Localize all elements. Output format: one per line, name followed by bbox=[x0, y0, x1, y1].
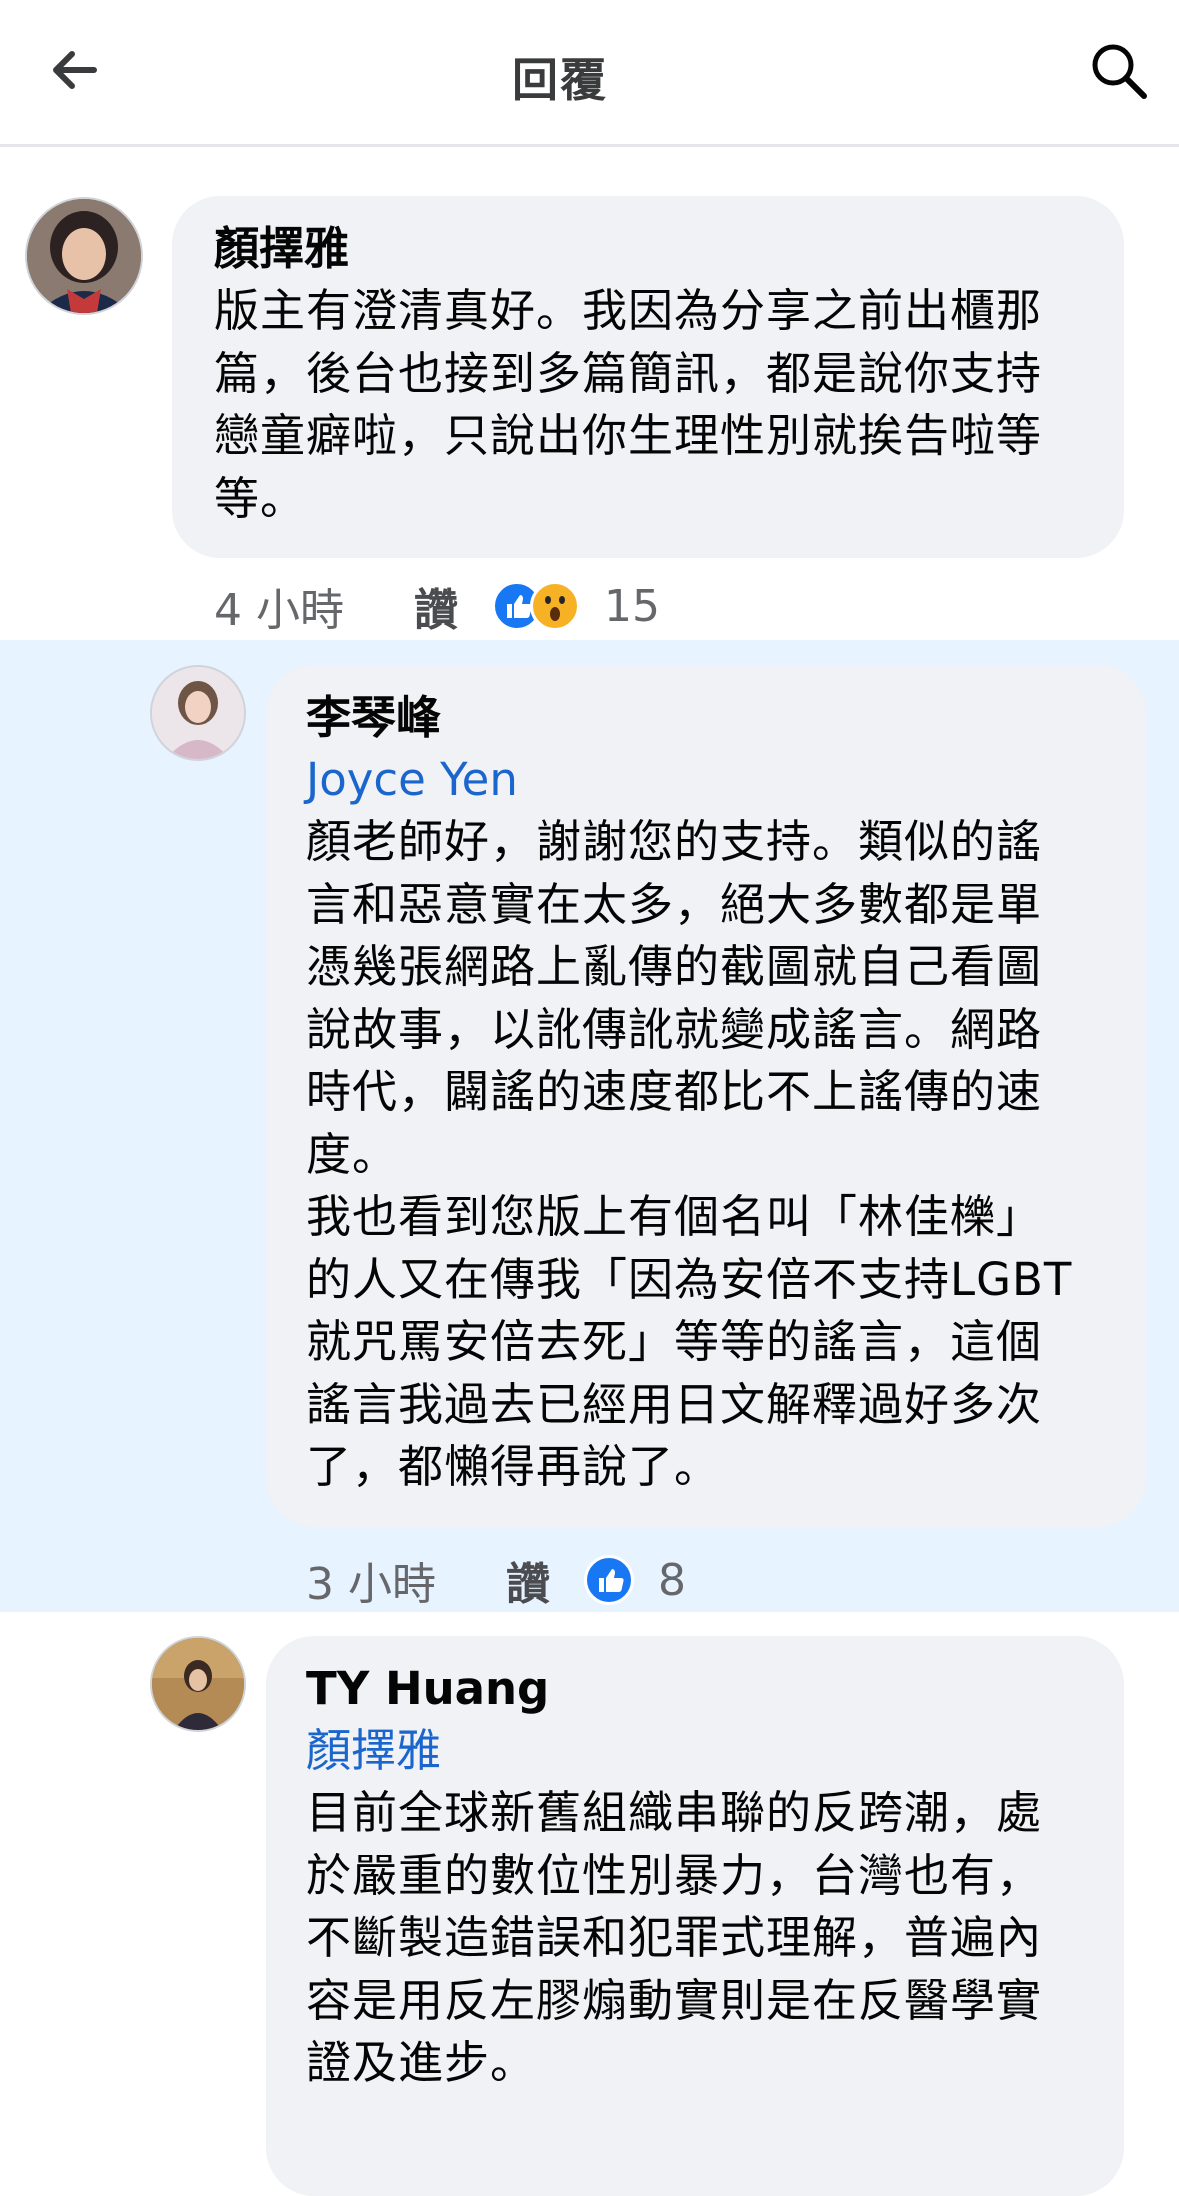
like-reaction-icon bbox=[583, 1555, 634, 1605]
comment-text: 顏老師好，謝謝您的支持。類似的謠 言和惡意實在太多，絕大多數都是單 憑幾張網路上… bbox=[306, 815, 1073, 1493]
avatar[interactable] bbox=[150, 1636, 246, 1732]
comment-time[interactable]: 3 小時 bbox=[306, 1548, 436, 1612]
comment-bubble: TY Huang 顏擇雅 目前全球新舊組織串聯的反跨潮，處 於嚴重的數位性別暴力… bbox=[266, 1636, 1124, 2196]
reaction-count: 15 bbox=[603, 580, 660, 632]
mention-link[interactable]: 顏擇雅 bbox=[306, 1720, 1094, 1782]
top-bar: 回覆 bbox=[0, 0, 1179, 147]
comment-meta: 3 小時 讚 8 bbox=[306, 1548, 686, 1612]
comment-bubble: 顏擇雅 版主有澄清真好。我因為分享之前出櫃那 篇，後台也接到多篇簡訊，都是說你支… bbox=[172, 196, 1124, 558]
reactions-summary[interactable]: 8 bbox=[583, 1554, 686, 1606]
wow-reaction-icon bbox=[529, 581, 580, 631]
like-button[interactable]: 讚 bbox=[506, 1548, 550, 1612]
comment-text: 目前全球新舊組織串聯的反跨潮，處 於嚴重的數位性別暴力，台灣也有， 不斷製造錯誤… bbox=[306, 1786, 1043, 2089]
comment-bubble: 李琴峰 Joyce Yen 顏老師好，謝謝您的支持。類似的謠 言和惡意實在太多，… bbox=[266, 665, 1146, 1527]
avatar-photo bbox=[152, 1638, 244, 1730]
comment-time[interactable]: 4 小時 bbox=[214, 574, 344, 638]
avatar-photo bbox=[27, 199, 141, 313]
comment-author[interactable]: 顏擇雅 bbox=[214, 218, 1086, 280]
reactions-summary[interactable]: 15 bbox=[491, 580, 660, 632]
avatar-photo bbox=[152, 667, 244, 759]
comment-meta: 4 小時 讚 15 bbox=[214, 574, 660, 638]
avatar[interactable] bbox=[150, 665, 246, 761]
comment-author[interactable]: 李琴峰 bbox=[306, 687, 1116, 749]
search-button[interactable] bbox=[1086, 38, 1152, 104]
comment-author[interactable]: TY Huang bbox=[306, 1658, 1094, 1720]
search-icon bbox=[1092, 44, 1147, 99]
comment-text: 版主有澄清真好。我因為分享之前出櫃那 篇，後台也接到多篇簡訊，都是說你支持 戀童… bbox=[214, 284, 1043, 525]
page-title: 回覆 bbox=[512, 53, 608, 107]
reaction-count: 8 bbox=[657, 1554, 686, 1606]
like-button[interactable]: 讚 bbox=[414, 574, 458, 638]
mention-link[interactable]: Joyce Yen bbox=[306, 749, 1116, 811]
avatar[interactable] bbox=[25, 197, 143, 315]
